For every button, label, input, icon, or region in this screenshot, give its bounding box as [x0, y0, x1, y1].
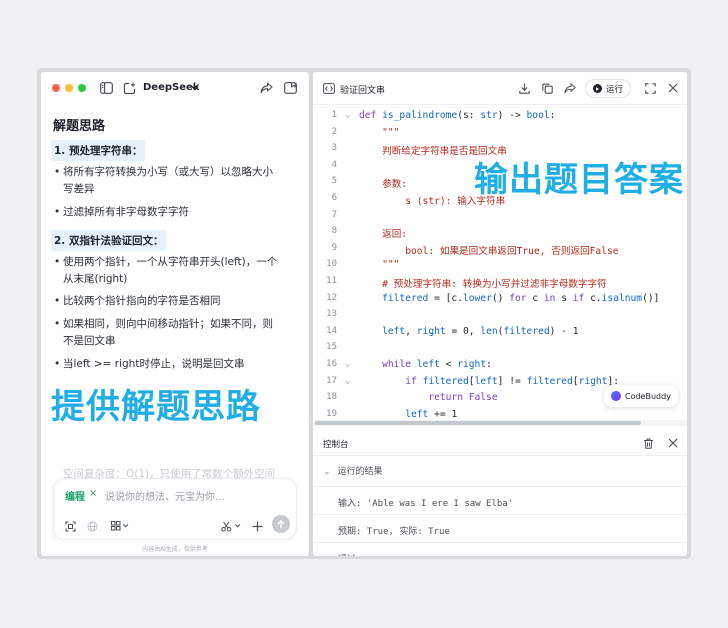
- chevron-down-icon: ⌄: [323, 467, 331, 477]
- console-header: 控制台: [313, 429, 687, 456]
- chat-panel: DeepSeek 解题思路 1. 预处理字符串： 将所有字符转换为小写（或大写）…: [41, 72, 309, 556]
- scrollbar-thumb[interactable]: [315, 421, 641, 425]
- fullscreen-icon[interactable]: [644, 82, 656, 94]
- window-maximize-dot[interactable]: [78, 84, 86, 92]
- code-panel: 验证回文串 运行 1 ⌄ def is_palindrome(s: str) -> …: [313, 72, 687, 556]
- results-section-label: 运行的结果: [337, 467, 383, 477]
- apps-icon[interactable]: [110, 520, 130, 532]
- code-line: 12 filtered = [c.lower() for c in s if c…: [326, 292, 660, 304]
- section-heading-preprocess: 1. 预处理字符串：: [51, 140, 146, 161]
- code-line: 11 # 预处理字符串: 转换为小写并过滤非字母数字字符: [326, 276, 607, 290]
- code-line: 15: [326, 342, 337, 353]
- editor-title: 验证回文串: [340, 86, 386, 96]
- trash-icon[interactable]: [642, 437, 654, 449]
- plus-icon[interactable]: [250, 519, 264, 533]
- console-row: 通过: [313, 542, 687, 556]
- list-item: 过滤掉所有非字母数字字符: [54, 204, 283, 221]
- answer-title: 解题思路: [53, 119, 106, 134]
- arrow-up-icon: [277, 519, 285, 528]
- close-icon[interactable]: [667, 82, 679, 94]
- code-line: 19 left += 1: [326, 408, 458, 420]
- message-input[interactable]: 说说你的想法、元宝为你...: [105, 488, 225, 503]
- mode-tag[interactable]: 编程: [65, 488, 85, 503]
- new-chat-icon[interactable]: [122, 81, 136, 95]
- code-line: 2 """: [331, 126, 400, 138]
- section-heading-two-pointers: 2. 双指针法验证回文：: [51, 230, 167, 251]
- code-line: 9 bool: 如果是回文串返回True, 否则返回False: [331, 242, 619, 257]
- results-section-toggle[interactable]: ⌄ 运行的结果: [323, 464, 383, 477]
- share-icon[interactable]: [564, 82, 576, 94]
- window-minimize-dot[interactable]: [65, 84, 73, 92]
- horizontal-scrollbar[interactable]: [313, 420, 687, 426]
- message-composer[interactable]: 编程 × 说说你的想法、元宝为你...: [53, 478, 297, 540]
- copy-icon[interactable]: [541, 82, 553, 94]
- sidebar-toggle-icon[interactable]: [99, 81, 113, 95]
- list-item: 当left >= right时停止，说明是回文串: [54, 356, 283, 373]
- code-line: 16 ⌄ while left < right:: [326, 359, 492, 370]
- run-button[interactable]: 运行: [585, 79, 631, 98]
- code-line: 1 ⌄ def is_palindrome(s: str) -> bool:: [331, 110, 556, 121]
- list-item: 将所有字符转换为小写（或大写）以忽略大小写差异: [54, 164, 283, 198]
- window-close-dot[interactable]: [52, 84, 60, 92]
- console-row: 输入: 'Able was I ere I saw Elba': [313, 486, 687, 514]
- play-icon: [592, 84, 602, 93]
- disclaimer-text: 内容由AI生成，仅供参考: [142, 546, 208, 553]
- code-line: 10 """: [326, 259, 400, 271]
- code-line: 13: [326, 309, 337, 320]
- chat-header: DeepSeek: [41, 72, 309, 106]
- download-icon[interactable]: [518, 82, 530, 94]
- console-row: 预期: True, 实际: True: [313, 514, 687, 542]
- code-line: 8 返回:: [331, 226, 408, 241]
- editor-header: 验证回文串 运行: [313, 72, 687, 105]
- codebuddy-label: CodeBuddy: [625, 391, 671, 401]
- chat-history-icon[interactable]: [283, 81, 297, 95]
- list-item: 比较两个指针指向的字符是否相同: [54, 293, 283, 310]
- code-line: 7: [331, 209, 337, 220]
- codebuddy-badge[interactable]: CodeBuddy: [604, 385, 678, 407]
- console-panel: 控制台 ⌄ 运行的结果 输入: 'Able was I ere I saw Elb…: [313, 429, 687, 556]
- code-line: 14 left, right = 0, len(filtered) - 1: [326, 325, 579, 337]
- run-button-label: 运行: [605, 84, 623, 95]
- screenshot-icon[interactable]: [64, 520, 76, 532]
- overlay-caption-left: 提供解题思路: [51, 387, 261, 427]
- scissors-icon[interactable]: [220, 520, 242, 532]
- list-item: 如果相同，则向中间移动指针；如果不同，则不是回文串: [54, 316, 283, 350]
- code-file-icon: [323, 82, 335, 94]
- send-button[interactable]: [272, 515, 290, 533]
- close-icon[interactable]: [667, 437, 679, 449]
- list-item: 使用两个指针，一个从字符串开头(left)，一个从末尾(right): [54, 254, 283, 288]
- overlay-caption-right: 输出题目答案: [474, 160, 684, 200]
- share-icon[interactable]: [259, 81, 273, 95]
- codebuddy-logo-icon: [611, 391, 621, 401]
- globe-icon[interactable]: [86, 520, 98, 532]
- chevron-down-icon[interactable]: [190, 83, 200, 93]
- close-icon[interactable]: ×: [89, 488, 97, 499]
- console-title: 控制台: [323, 440, 349, 450]
